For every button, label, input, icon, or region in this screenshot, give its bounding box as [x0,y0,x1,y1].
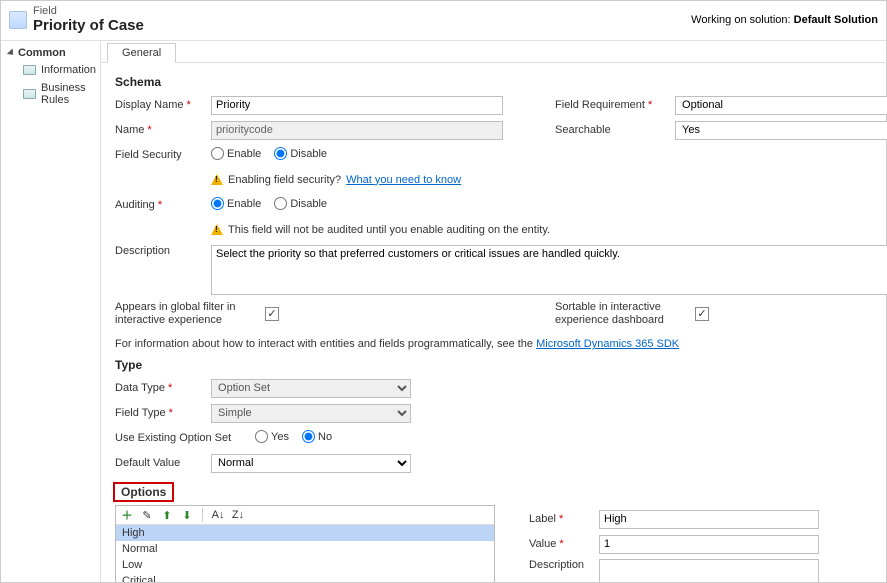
options-heading: Options [113,482,174,502]
nav-section-label: Common [18,47,66,59]
sortable-label: Sortable in interactive experience dashb… [555,301,695,327]
name-label: Name [115,124,211,136]
option-description-label: Description [529,559,599,571]
auditing-warning: This field will not be audited until you… [211,224,550,236]
options-list[interactable]: High Normal Low Critical [116,525,494,582]
header-kicker: Field [33,5,691,17]
schema-heading: Schema [115,75,887,89]
option-item[interactable]: High [116,525,494,541]
options-list-panel: ＋ ✎ ⬆ ⬇ A↓ Z↓ High Normal Low Critical [115,505,495,582]
move-down-icon[interactable]: ⬇ [180,508,194,522]
option-value-input[interactable] [599,535,819,554]
option-value-label: Value [529,538,599,550]
edit-icon[interactable]: ✎ [140,508,154,522]
header-text: Field Priority of Case [33,5,691,34]
field-security-enable[interactable]: Enable [211,147,261,160]
move-up-icon[interactable]: ⬆ [160,508,174,522]
default-value-label: Default Value [115,457,211,469]
sort-desc-icon[interactable]: Z↓ [231,508,245,522]
global-filter-label: Appears in global filter in interactive … [115,301,265,327]
sort-asc-icon[interactable]: A↓ [211,508,225,522]
tab-general[interactable]: General [107,43,176,63]
nav-sidebar: Common Information Business Rules [1,41,101,582]
tab-strip: General [101,41,887,63]
nav-section-common[interactable]: Common [5,45,100,61]
nav-item-label: Business Rules [41,82,96,106]
sdk-info-prefix: For information about how to interact wi… [115,338,536,350]
business-rules-icon [23,89,36,99]
solution-label: Working on solution: Default Solution [691,14,878,26]
field-type-select[interactable]: Simple [211,404,411,423]
page-header: Field Priority of Case Working on soluti… [1,1,886,41]
use-existing-yes[interactable]: Yes [255,430,289,443]
field-security-disable[interactable]: Disable [274,147,327,160]
option-detail-panel: Label Value Description Color [525,505,825,582]
field-type-label: Field Type [115,407,211,419]
caret-icon [7,48,16,57]
sortable-checkbox[interactable] [695,307,709,321]
nav-item-label: Information [41,64,96,76]
display-name-label: Display Name [115,99,211,111]
toolbar-separator [202,508,203,522]
sdk-info: For information about how to interact wi… [115,338,887,350]
default-value-select[interactable]: Normal [211,454,411,473]
nav-item-business-rules[interactable]: Business Rules [5,79,100,109]
option-item[interactable]: Low [116,557,494,573]
type-heading: Type [115,358,887,372]
option-label-input[interactable] [599,510,819,529]
warning-icon [211,174,223,185]
display-name-input[interactable] [211,96,503,115]
option-label-label: Label [529,513,599,525]
auditing-label: Auditing [115,199,211,211]
option-item[interactable]: Normal [116,541,494,557]
options-toolbar: ＋ ✎ ⬆ ⬇ A↓ Z↓ [116,506,494,525]
global-filter-checkbox[interactable] [265,307,279,321]
use-existing-label: Use Existing Option Set [115,432,255,444]
field-security-label: Field Security [115,149,211,161]
field-security-link[interactable]: What you need to know [346,174,461,186]
field-requirement-label: Field Requirement [555,99,675,111]
sdk-link[interactable]: Microsoft Dynamics 365 SDK [536,338,679,350]
warning-text: This field will not be audited until you… [228,224,550,236]
information-icon [23,65,36,75]
warning-text: Enabling field security? [228,174,341,186]
field-requirement-select[interactable]: Optional [675,96,887,115]
searchable-select[interactable]: Yes [675,121,887,140]
name-input [211,121,503,140]
option-item[interactable]: Critical [116,573,494,582]
warning-icon [211,224,223,235]
description-label: Description [115,245,211,257]
data-type-label: Data Type [115,382,211,394]
field-security-warning: Enabling field security? What you need t… [211,174,461,186]
data-type-select[interactable]: Option Set [211,379,411,398]
add-icon[interactable]: ＋ [120,508,134,522]
description-input[interactable] [211,245,887,295]
solution-prefix: Working on solution: [691,14,790,26]
nav-item-information[interactable]: Information [5,61,100,79]
use-existing-no[interactable]: No [302,430,332,443]
field-icon [9,11,27,29]
searchable-label: Searchable [555,124,675,136]
option-description-input[interactable] [599,559,819,582]
page-title: Priority of Case [33,17,691,34]
auditing-enable[interactable]: Enable [211,197,261,210]
auditing-disable[interactable]: Disable [274,197,327,210]
main-area: General Schema Display Name Field Requir… [101,41,887,582]
solution-name: Default Solution [794,14,878,26]
